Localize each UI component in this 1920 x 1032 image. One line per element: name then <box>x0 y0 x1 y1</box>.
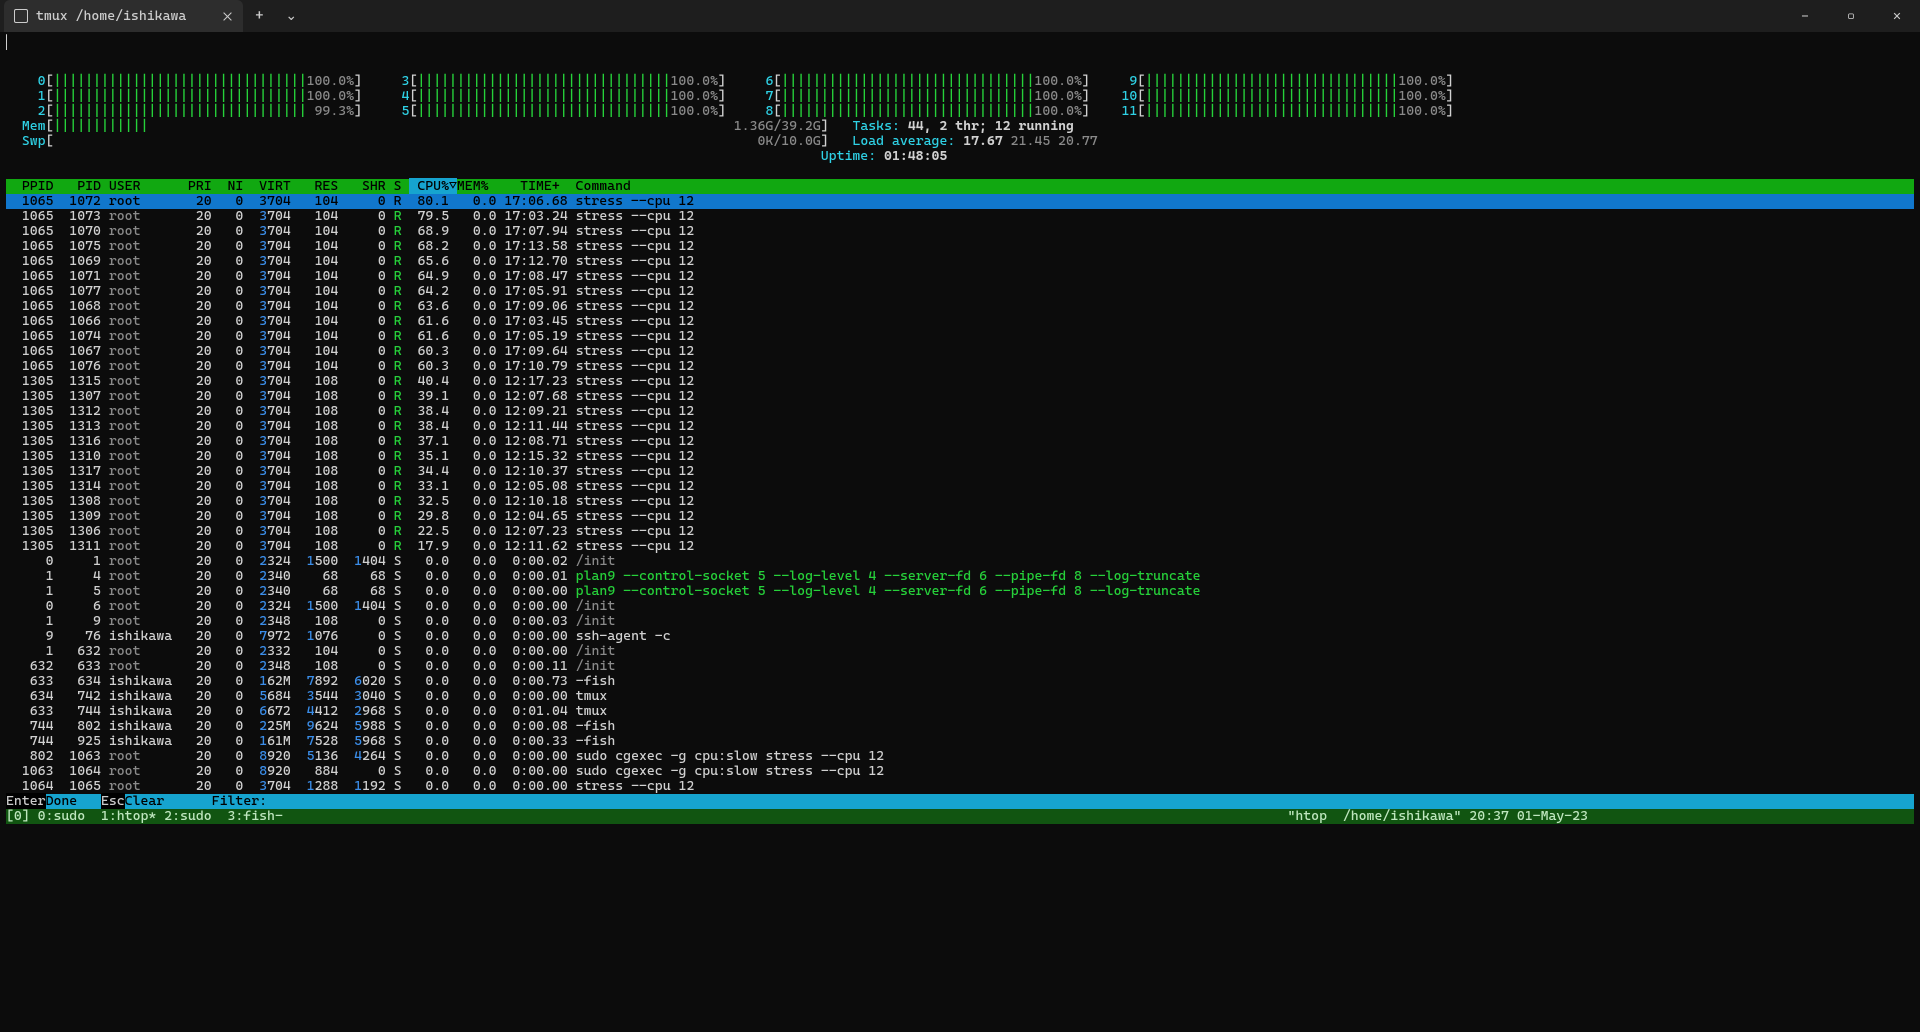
process-row[interactable]: 1065 1075 root 20 0 3704 104 0 R 68.2 0.… <box>6 239 1914 254</box>
process-row[interactable]: 1 5 root 20 0 2340 68 68 S 0.0 0.0 0:00.… <box>6 584 1914 599</box>
process-row[interactable]: 1063 1064 root 20 0 8920 884 0 S 0.0 0.0… <box>6 764 1914 779</box>
process-row[interactable]: 1305 1314 root 20 0 3704 108 0 R 33.1 0.… <box>6 479 1914 494</box>
process-row[interactable]: 1305 1307 root 20 0 3704 108 0 R 39.1 0.… <box>6 389 1914 404</box>
process-row[interactable]: 1065 1069 root 20 0 3704 104 0 R 65.6 0.… <box>6 254 1914 269</box>
process-row[interactable]: 1 9 root 20 0 2348 108 0 S 0.0 0.0 0:00.… <box>6 614 1914 629</box>
window-controls: — ▢ ✕ <box>1782 0 1920 32</box>
process-row[interactable]: 1065 1071 root 20 0 3704 104 0 R 64.9 0.… <box>6 269 1914 284</box>
process-row[interactable]: 1065 1076 root 20 0 3704 104 0 R 60.3 0.… <box>6 359 1914 374</box>
process-row[interactable]: 1305 1306 root 20 0 3704 108 0 R 22.5 0.… <box>6 524 1914 539</box>
process-row[interactable]: 744 802 ishikawa 20 0 225M 9624 5988 S 0… <box>6 719 1914 734</box>
process-row[interactable]: 0 1 root 20 0 2324 1500 1404 S 0.0 0.0 0… <box>6 554 1914 569</box>
process-row[interactable]: 633 744 ishikawa 20 0 6672 4412 2968 S 0… <box>6 704 1914 719</box>
process-row[interactable]: 1305 1308 root 20 0 3704 108 0 R 32.5 0.… <box>6 494 1914 509</box>
cpu-meter-row: 1[||||||||||||||||||||||||||||||||100.0%… <box>6 89 1914 104</box>
cpu-meter-row: 2[|||||||||||||||||||||||||||||||| 99.3%… <box>6 104 1914 119</box>
process-row[interactable]: 632 633 root 20 0 2348 108 0 S 0.0 0.0 0… <box>6 659 1914 674</box>
process-row[interactable]: 1065 1070 root 20 0 3704 104 0 R 68.9 0.… <box>6 224 1914 239</box>
process-row[interactable]: 1065 1074 root 20 0 3704 104 0 R 61.6 0.… <box>6 329 1914 344</box>
process-row[interactable]: 1065 1068 root 20 0 3704 104 0 R 63.6 0.… <box>6 299 1914 314</box>
process-row[interactable]: 1305 1311 root 20 0 3704 108 0 R 17.9 0.… <box>6 539 1914 554</box>
process-row[interactable]: 1064 1065 root 20 0 3704 1288 1192 S 0.0… <box>6 779 1914 794</box>
terminal-surface[interactable]: ▏ 0[||||||||||||||||||||||||||||||||100.… <box>0 32 1920 824</box>
close-window-button[interactable]: ✕ <box>1874 0 1920 32</box>
process-row[interactable]: 1 632 root 20 0 2332 104 0 S 0.0 0.0 0:0… <box>6 644 1914 659</box>
process-row[interactable]: 1305 1310 root 20 0 3704 108 0 R 35.1 0.… <box>6 449 1914 464</box>
process-row[interactable]: 1065 1067 root 20 0 3704 104 0 R 60.3 0.… <box>6 344 1914 359</box>
close-tab-icon[interactable] <box>222 11 233 22</box>
blank-row <box>6 164 1914 179</box>
process-row[interactable]: 1305 1316 root 20 0 3704 108 0 R 37.1 0.… <box>6 434 1914 449</box>
filter-bar[interactable]: EnterDone EscClear Filter: <box>6 794 1914 809</box>
process-row[interactable]: 1305 1313 root 20 0 3704 108 0 R 38.4 0.… <box>6 419 1914 434</box>
process-row[interactable]: 634 742 ishikawa 20 0 5684 3544 3040 S 0… <box>6 689 1914 704</box>
process-row[interactable]: 633 634 ishikawa 20 0 162M 7892 6020 S 0… <box>6 674 1914 689</box>
process-row[interactable]: 744 925 ishikawa 20 0 161M 7528 5968 S 0… <box>6 734 1914 749</box>
uptime-row: Uptime: 01:48:05 <box>6 149 1914 164</box>
swp-meter-row: Swp[ 0K/10.0G] Load average: 17.67 21.45… <box>6 134 1914 149</box>
process-row[interactable]: 9 76 ishikawa 20 0 7972 1076 0 S 0.0 0.0… <box>6 629 1914 644</box>
minimize-button[interactable]: — <box>1782 0 1828 32</box>
process-row[interactable]: 1065 1066 root 20 0 3704 104 0 R 61.6 0.… <box>6 314 1914 329</box>
process-row[interactable]: 1 4 root 20 0 2340 68 68 S 0.0 0.0 0:00.… <box>6 569 1914 584</box>
process-row[interactable]: 1305 1312 root 20 0 3704 108 0 R 38.4 0.… <box>6 404 1914 419</box>
process-row[interactable]: 1305 1317 root 20 0 3704 108 0 R 34.4 0.… <box>6 464 1914 479</box>
process-row[interactable]: 1065 1077 root 20 0 3704 104 0 R 64.2 0.… <box>6 284 1914 299</box>
window-titlebar: tmux /home/ishikawa + ⌄ — ▢ ✕ <box>0 0 1920 32</box>
mem-meter-row: Mem[|||||||||||| 1.36G/39.2G] Tasks: 44,… <box>6 119 1914 134</box>
tab-tmux[interactable]: tmux /home/ishikawa <box>4 0 243 32</box>
process-row[interactable]: 0 6 root 20 0 2324 1500 1404 S 0.0 0.0 0… <box>6 599 1914 614</box>
tab-menu-chevron-icon[interactable]: ⌄ <box>275 0 307 32</box>
process-header[interactable]: PPID PID USER PRI NI VIRT RES SHR S CPU%… <box>6 179 1914 194</box>
process-row[interactable]: 1305 1309 root 20 0 3704 108 0 R 29.8 0.… <box>6 509 1914 524</box>
maximize-button[interactable]: ▢ <box>1828 0 1874 32</box>
blank-row <box>6 51 1914 66</box>
process-row[interactable]: 1305 1315 root 20 0 3704 108 0 R 40.4 0.… <box>6 374 1914 389</box>
tmux-status-bar[interactable]: [0] 0:sudo 1:htop* 2:sudo 3:fish- "htop … <box>6 809 1914 824</box>
cursor-row: ▏ <box>6 36 1914 51</box>
process-row[interactable]: 802 1063 root 20 0 8920 5136 4264 S 0.0 … <box>6 749 1914 764</box>
process-row[interactable]: 1065 1073 root 20 0 3704 104 0 R 79.5 0.… <box>6 209 1914 224</box>
new-tab-button[interactable]: + <box>243 0 275 32</box>
cpu-meter-row: 0[||||||||||||||||||||||||||||||||100.0%… <box>6 74 1914 89</box>
process-row[interactable]: 1065 1072 root 20 0 3704 104 0 R 80.1 0.… <box>6 194 1914 209</box>
tab-title: tmux /home/ishikawa <box>36 9 186 24</box>
terminal-icon <box>14 9 28 23</box>
